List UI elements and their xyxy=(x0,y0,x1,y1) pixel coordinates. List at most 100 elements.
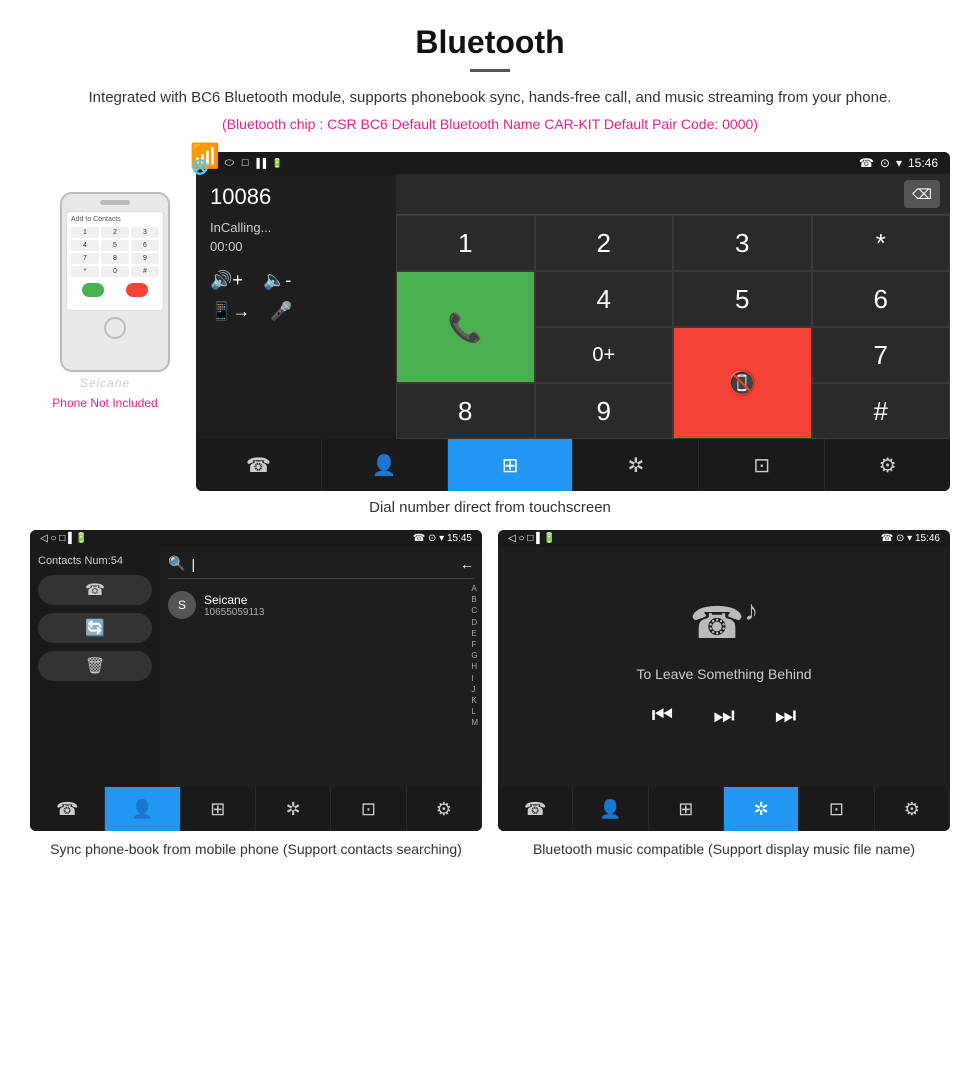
next-track-button[interactable]: ⏭ xyxy=(775,702,797,730)
contacts-nav-transfer[interactable]: ⊡ xyxy=(331,787,406,831)
home-icon: ⬭ xyxy=(224,157,233,170)
phone-image: Add to Contacts 1 2 3 4 5 6 7 8 9 * 0 # xyxy=(60,192,170,372)
key-9: 9 xyxy=(131,253,159,264)
contacts-nav-phone[interactable]: ☎ xyxy=(30,787,105,831)
bottom-row: ◁ ○ □ ▌🔋 ☎ ⊙ ▾ 15:45 Contacts Num:54 ☎ 🔄… xyxy=(0,530,980,860)
contacts-status-bar: ◁ ○ □ ▌🔋 ☎ ⊙ ▾ 15:45 xyxy=(30,530,482,547)
signal-icons: ▌▌ 🔋 xyxy=(257,158,283,169)
key-1: 1 xyxy=(71,227,99,238)
dial-controls: 🔊+ 🔈- 📱→ 🎤 xyxy=(210,270,382,322)
dial-number: 10086 xyxy=(210,184,382,210)
contacts-nav-settings[interactable]: ⚙ xyxy=(407,787,482,831)
phone-screen: Add to Contacts 1 2 3 4 5 6 7 8 9 * 0 # xyxy=(66,211,164,311)
play-pause-button[interactable]: ⏭ xyxy=(713,702,735,730)
backspace-button[interactable]: ⌫ xyxy=(904,180,940,208)
nav-settings[interactable]: ⚙ xyxy=(825,439,950,491)
dialpad-grid: 1 2 3 * 📞 4 5 6 0+ 📵 7 8 9 # xyxy=(396,215,950,439)
music-screen: ◁ ○ □ ▌🔋 ☎ ⊙ ▾ 15:46 ☎♪ To Leave Somethi… xyxy=(498,530,950,831)
music-nav-dialpad[interactable]: ⊞ xyxy=(649,787,724,831)
phone-not-included-label: Phone Not Included xyxy=(52,396,157,410)
mic-controls: 📱→ 🎤 xyxy=(210,301,382,322)
add-contacts-label: Add to Contacts xyxy=(71,216,159,223)
dial-key-3[interactable]: 3 xyxy=(673,215,812,271)
end-call-button[interactable]: 📵 xyxy=(673,327,812,439)
music-art-icon: ☎♪ xyxy=(690,595,759,650)
contacts-call-btn[interactable]: ☎ xyxy=(38,575,152,605)
music-nav-contacts[interactable]: 👤 xyxy=(573,787,648,831)
nav-dialpad[interactable]: ⊞ xyxy=(448,439,574,491)
contacts-section: ◁ ○ □ ▌🔋 ☎ ⊙ ▾ 15:45 Contacts Num:54 ☎ 🔄… xyxy=(30,530,482,860)
status-bar: ◁ ⬭ □ ▌▌ 🔋 ☎ ⊙ ▾ 15:46 xyxy=(196,152,950,174)
key-7: 7 xyxy=(71,253,99,264)
dial-key-star[interactable]: * xyxy=(812,215,951,271)
music-nav-settings[interactable]: ⚙ xyxy=(875,787,950,831)
dial-key-0plus[interactable]: 0+ xyxy=(535,327,674,383)
music-main: ☎♪ To Leave Something Behind ⏮ ⏭ ⏭ xyxy=(498,547,950,787)
music-status-bar: ◁ ○ □ ▌🔋 ☎ ⊙ ▾ 15:46 xyxy=(498,530,950,547)
key-3: 3 xyxy=(131,227,159,238)
contacts-status-left: ◁ ○ □ ▌🔋 xyxy=(40,533,88,544)
page-title: Bluetooth xyxy=(40,24,940,61)
dial-key-7[interactable]: 7 xyxy=(812,327,951,383)
prev-track-button[interactable]: ⏮ xyxy=(652,702,674,730)
nav-transfer[interactable]: ⊡ xyxy=(699,439,825,491)
dial-section: 📶 ⭙ Add to Contacts 1 2 3 4 5 6 7 8 xyxy=(0,152,980,491)
contacts-sync-btn[interactable]: 🔄 xyxy=(38,613,152,643)
nav-bluetooth[interactable]: ✲ xyxy=(573,439,699,491)
music-nav-phone[interactable]: ☎ xyxy=(498,787,573,831)
main-caption: Dial number direct from touchscreen xyxy=(0,499,980,516)
music-nav-transfer[interactable]: ⊡ xyxy=(799,787,874,831)
contacts-delete-btn[interactable]: 🗑 xyxy=(38,651,152,681)
bluetooth-icon: ⭙ xyxy=(192,157,208,180)
contacts-search-bar[interactable]: 🔍 | ← xyxy=(168,555,474,579)
contact-name: Seicane xyxy=(204,593,264,607)
wifi-icon: ▾ xyxy=(896,156,902,170)
mic-icon[interactable]: 🎤 xyxy=(270,301,292,322)
dial-right-panel: ⌫ 1 2 3 * 📞 4 5 6 0+ 📵 7 8 9 # xyxy=(396,174,950,439)
volume-down-icon[interactable]: 🔈- xyxy=(263,270,291,291)
dial-key-9[interactable]: 9 xyxy=(535,383,674,439)
contact-info: Seicane 10655059113 xyxy=(204,593,264,618)
music-nav-bluetooth[interactable]: ✲ xyxy=(724,787,799,831)
key-0: 0 xyxy=(101,266,129,277)
volume-controls: 🔊+ 🔈- xyxy=(210,270,382,291)
transfer-icon[interactable]: 📱→ xyxy=(210,301,250,322)
contacts-nav-dialpad[interactable]: ⊞ xyxy=(181,787,256,831)
contacts-nav-contacts[interactable]: 👤 xyxy=(105,787,180,831)
music-nav-bar: ☎ 👤 ⊞ ✲ ⊡ ⚙ xyxy=(498,787,950,831)
call-button[interactable]: 📞 xyxy=(396,271,535,383)
status-right: ☎ ⊙ ▾ 15:46 xyxy=(859,156,938,170)
contacts-caption: Sync phone-book from mobile phone (Suppo… xyxy=(50,839,462,860)
search-icon: 🔍 xyxy=(168,555,185,572)
key-star: * xyxy=(71,266,99,277)
contacts-count: Contacts Num:54 xyxy=(38,555,152,567)
time-display: 15:46 xyxy=(908,156,938,170)
music-caption: Bluetooth music compatible (Support disp… xyxy=(533,839,915,860)
dial-key-6[interactable]: 6 xyxy=(812,271,951,327)
nav-contacts[interactable]: 👤 xyxy=(322,439,448,491)
volume-up-icon[interactable]: 🔊+ xyxy=(210,270,243,291)
key-5: 5 xyxy=(101,240,129,251)
phone-bottom-bar xyxy=(71,283,159,297)
dial-key-5[interactable]: 5 xyxy=(673,271,812,327)
music-song-title: To Leave Something Behind xyxy=(636,666,811,682)
phone-call-button xyxy=(82,283,104,297)
back-arrow-icon: ← xyxy=(460,556,474,572)
car-nav-bar: ☎ 👤 ⊞ ✲ ⊡ ⚙ xyxy=(196,439,950,491)
dial-key-hash[interactable]: # xyxy=(812,383,951,439)
contact-avatar: S xyxy=(168,591,196,619)
key-4: 4 xyxy=(71,240,99,251)
dial-key-1[interactable]: 1 xyxy=(396,215,535,271)
dial-status: InCalling... xyxy=(210,220,382,235)
dial-key-2[interactable]: 2 xyxy=(535,215,674,271)
nav-phone[interactable]: ☎ xyxy=(196,439,322,491)
phone-mockup: 📶 ⭙ Add to Contacts 1 2 3 4 5 6 7 8 xyxy=(30,152,180,410)
page-description: Integrated with BC6 Bluetooth module, su… xyxy=(40,86,940,110)
contacts-nav-bluetooth[interactable]: ✲ xyxy=(256,787,331,831)
music-status-right: ☎ ⊙ ▾ 15:46 xyxy=(881,533,940,544)
dial-key-4[interactable]: 4 xyxy=(535,271,674,327)
location-icon: ⊙ xyxy=(880,156,890,170)
phone-end-button xyxy=(126,283,148,297)
key-8: 8 xyxy=(101,253,129,264)
dial-key-8[interactable]: 8 xyxy=(396,383,535,439)
